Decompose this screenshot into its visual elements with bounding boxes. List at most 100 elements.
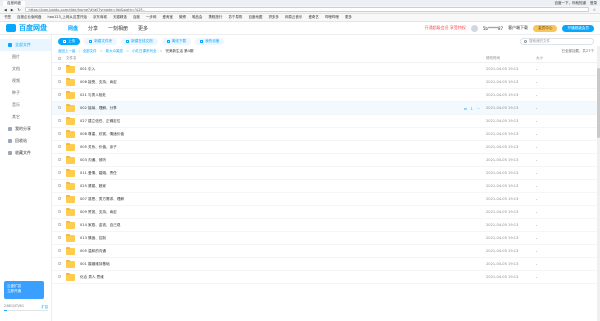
star-icon[interactable]: ☆ bbox=[593, 8, 596, 12]
file-name[interactable]: 001 引入 bbox=[80, 67, 95, 72]
more-icon[interactable]: ⋯ bbox=[476, 106, 480, 111]
browser-tab[interactable]: 百度网盘 bbox=[3, 0, 25, 6]
expand-storage-banner[interactable]: 云盘扩容 立即开通 bbox=[4, 281, 44, 299]
file-name[interactable]: 006 接受、支持、肯定 bbox=[80, 80, 117, 85]
file-row[interactable]: 021 与男人相处 2021-04-05 19:13 - bbox=[52, 89, 600, 102]
sidebar-item-docs[interactable]: 文档 bbox=[0, 63, 51, 75]
file-name[interactable]: 002 接纳、理解、分享 bbox=[80, 106, 117, 111]
row-checkbox[interactable] bbox=[58, 236, 61, 239]
file-row[interactable]: 006 接受、支持、肯定 2021-04-05 19:13 - bbox=[52, 76, 600, 89]
file-row[interactable]: 化合 男人 思维 2021-04-05 19:13 - bbox=[52, 271, 600, 284]
file-name[interactable]: 003 沟通、倾听 bbox=[80, 158, 106, 163]
file-row[interactable]: 005 温和的沟通 2021-04-05 19:13 - bbox=[52, 245, 600, 258]
column-size[interactable]: 大小 bbox=[536, 56, 594, 61]
breadcrumb-item[interactable]: 新大众婚恋 bbox=[106, 49, 124, 54]
row-checkbox[interactable] bbox=[58, 93, 61, 96]
bookmark-item[interactable]: 书签 bbox=[4, 15, 11, 20]
file-name[interactable]: 001 婚姻维持基础 bbox=[80, 262, 110, 267]
bookmark-item[interactable]: 携程旅行 bbox=[208, 15, 222, 20]
row-checkbox[interactable] bbox=[58, 132, 61, 135]
bookmark-item[interactable]: 爱淘宝 bbox=[162, 15, 173, 20]
file-row[interactable]: 001 婚姻维持基础 2021-04-05 19:13 - bbox=[52, 258, 600, 271]
file-row[interactable]: 005 关系、价值、亲子 2021-04-05 19:13 - bbox=[52, 141, 600, 154]
row-checkbox[interactable] bbox=[58, 67, 61, 70]
client-download-link[interactable]: 客户端下载 bbox=[508, 25, 528, 31]
select-all-checkbox[interactable] bbox=[58, 56, 61, 60]
sidebar-item-images[interactable]: 图片 bbox=[0, 51, 51, 63]
row-checkbox[interactable] bbox=[58, 197, 61, 200]
tab-share[interactable]: 分享 bbox=[88, 25, 98, 32]
file-name[interactable]: 025 婆媳、娘家 bbox=[80, 184, 106, 189]
row-checkbox[interactable] bbox=[58, 223, 61, 226]
file-name[interactable]: 005 温和的沟通 bbox=[80, 249, 106, 254]
share-icon[interactable]: ➦ bbox=[464, 106, 467, 111]
download-icon[interactable]: ⇩ bbox=[470, 106, 473, 111]
row-checkbox[interactable] bbox=[58, 80, 61, 83]
file-row[interactable]: 013 情绪、控制 2021-04-05 19:13 - bbox=[52, 232, 600, 245]
file-row[interactable]: 008 尊重、欣赏、情绪价值 2021-04-05 19:13 - bbox=[52, 128, 600, 141]
file-row[interactable]: 011 爱情、婚姻、责任 2021-04-05 19:13 - bbox=[52, 167, 600, 180]
row-checkbox[interactable] bbox=[58, 158, 61, 161]
username[interactable]: 5b*****87 bbox=[483, 26, 503, 31]
file-row[interactable]: 002 接纳、理解、分享 ➦ ⇩ ⋯ 2021-04-05 19:13 - bbox=[52, 102, 600, 115]
file-name[interactable]: 005 关系、价值、亲子 bbox=[80, 145, 117, 150]
super-vip-button[interactable]: 开通超级会员 bbox=[562, 24, 594, 32]
sidebar-item-other[interactable]: 其它 bbox=[0, 111, 51, 123]
bookmark-item[interactable]: 更多 bbox=[345, 15, 352, 20]
breadcrumb-item[interactable]: 全部文件 bbox=[83, 49, 97, 54]
sidebar-item-my-share[interactable]: 我的分享 bbox=[0, 123, 51, 135]
row-checkbox[interactable] bbox=[58, 262, 61, 265]
forward-icon[interactable]: ▶ bbox=[11, 8, 14, 12]
row-checkbox[interactable] bbox=[58, 106, 61, 109]
file-name[interactable]: 化合 男人 思维 bbox=[80, 275, 104, 280]
sidebar-item-music[interactable]: 音乐 bbox=[0, 99, 51, 111]
sidebar-item-torrents[interactable]: 种子 bbox=[0, 87, 51, 99]
expand-link[interactable]: 扩容 bbox=[41, 304, 48, 309]
breadcrumb-item[interactable]: 小红日课系列全 bbox=[132, 49, 157, 54]
bookmark-item[interactable]: 爱奇艺 bbox=[308, 15, 319, 20]
search-input[interactable]: 搜索我的文件 bbox=[520, 37, 594, 45]
row-checkbox[interactable] bbox=[58, 249, 61, 252]
file-name[interactable]: 008 尊重、欣赏、情绪价值 bbox=[80, 132, 124, 137]
breadcrumb-back[interactable]: 返回上一级 bbox=[58, 49, 76, 54]
file-name[interactable]: 013 情绪、控制 bbox=[80, 236, 106, 241]
file-row[interactable]: 027 建立信任、正确定位 2021-04-05 19:13 - bbox=[52, 115, 600, 128]
tab-album[interactable]: 一刻相册 bbox=[108, 25, 128, 32]
bookmark-item[interactable]: 苏宁易购 bbox=[228, 15, 242, 20]
file-name[interactable]: 021 与男人相处 bbox=[80, 93, 106, 98]
bookmark-item[interactable]: 一步网 bbox=[146, 15, 157, 20]
row-checkbox[interactable] bbox=[58, 275, 61, 278]
sidebar-item-recycle-bin[interactable]: 回收站 bbox=[0, 135, 51, 147]
bookmark-item[interactable]: 唯品会 bbox=[192, 15, 203, 20]
avatar[interactable] bbox=[470, 24, 478, 32]
bookmark-item[interactable]: 拼多多 bbox=[268, 15, 279, 20]
vip-promo-link[interactable]: 开通超级会员 享受特权 bbox=[425, 25, 466, 31]
bookmark-item[interactable]: 网易云音乐 bbox=[285, 15, 303, 20]
row-checkbox[interactable] bbox=[58, 184, 61, 187]
file-name[interactable]: 014 家庭、金钱、自己观 bbox=[80, 223, 120, 228]
new-online-doc-button[interactable]: 新建在线文档 bbox=[121, 37, 158, 45]
tab-netdisk[interactable]: 网盘 bbox=[68, 25, 78, 32]
tab-more[interactable]: 更多 bbox=[138, 25, 148, 32]
bookmark-item[interactable]: 天猫精选 bbox=[113, 15, 127, 20]
row-checkbox[interactable] bbox=[58, 145, 61, 148]
bookmark-item[interactable]: 百度企业版网盘 bbox=[17, 15, 42, 20]
bookmark-item[interactable]: 百度 bbox=[133, 15, 140, 20]
file-row[interactable]: 003 沟通、倾听 2021-04-05 19:13 - bbox=[52, 154, 600, 167]
sidebar-item-favorites[interactable]: 收藏文件 bbox=[0, 147, 51, 159]
sidebar-item-all-files[interactable]: 全部文件 bbox=[0, 39, 51, 51]
refresh-icon[interactable]: ↻ bbox=[18, 8, 21, 12]
file-name[interactable]: 027 建立信任、正确定位 bbox=[80, 119, 120, 124]
file-row[interactable]: 001 引入 2021-04-05 19:13 - bbox=[52, 63, 600, 76]
upload-button[interactable]: 上传 bbox=[58, 37, 81, 45]
file-name[interactable]: 007 感恩、男方需求、理解 bbox=[80, 197, 124, 202]
new-folder-button[interactable]: 新建文件夹 bbox=[84, 37, 118, 45]
bookmark-item[interactable]: 京东商城 bbox=[93, 15, 107, 20]
file-row[interactable]: 025 婆媳、娘家 2021-04-05 19:13 - bbox=[52, 180, 600, 193]
bookmark-item[interactable]: 百度地图 bbox=[248, 15, 262, 20]
sidebar-item-videos[interactable]: 视频 bbox=[0, 75, 51, 87]
file-row[interactable]: 007 感恩、男方需求、理解 2021-04-05 19:13 - bbox=[52, 193, 600, 206]
browser-right-link-2[interactable]: 登录 bbox=[590, 1, 597, 6]
back-icon[interactable]: ◀ bbox=[4, 8, 7, 12]
bookmark-item[interactable]: hao123_上网从这里开始 bbox=[48, 15, 87, 20]
